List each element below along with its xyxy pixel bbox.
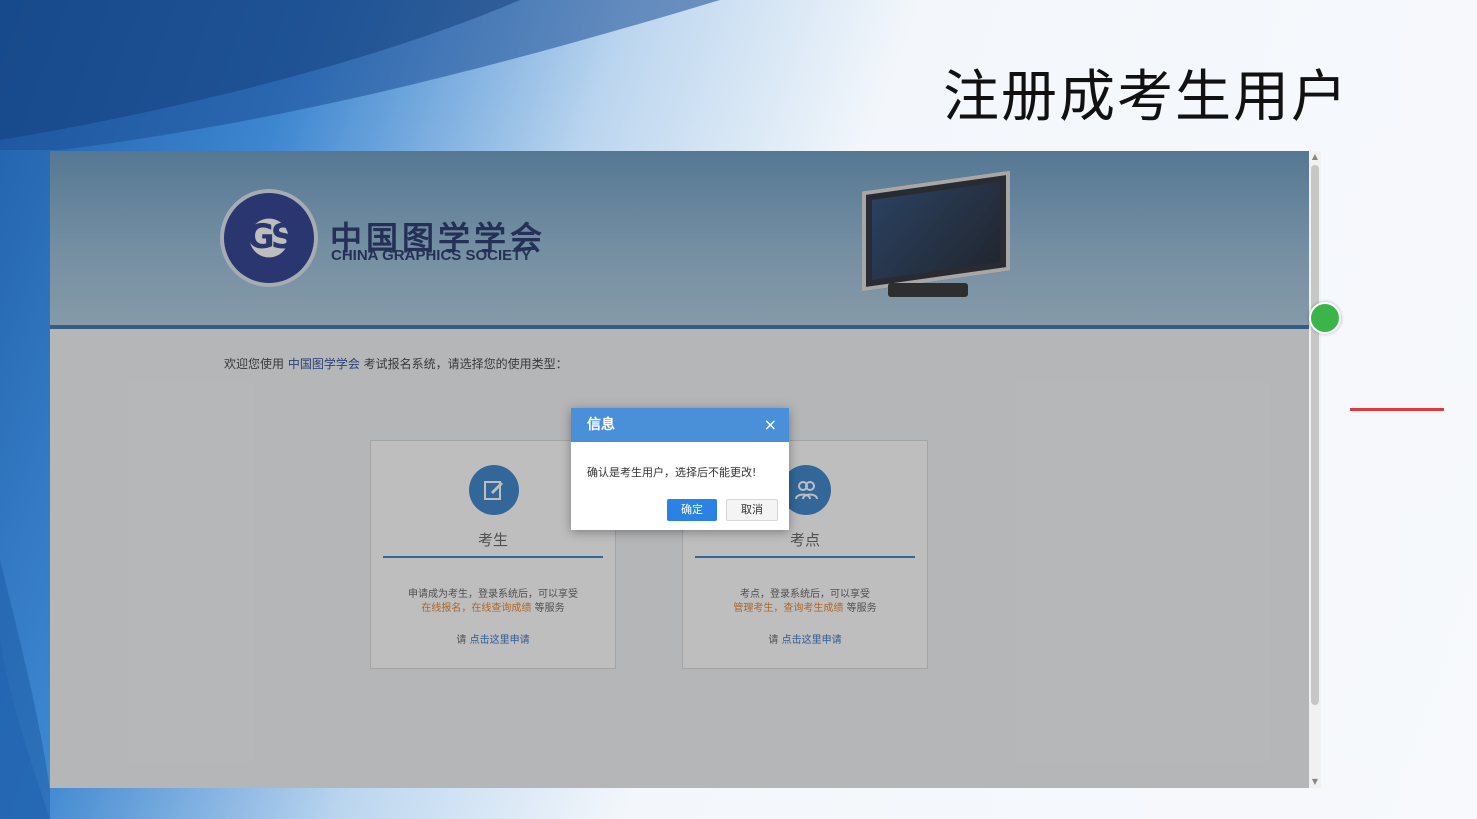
confirm-dialog: 信息 × 确认是考生用户，选择后不能更改! 确定 取消 — [571, 408, 789, 530]
browser-screenshot: GS 中国图学学会 CHINA GRAPHICS SOCIETY 欢迎您使用 中… — [50, 151, 1309, 788]
scroll-thumb[interactable] — [1311, 165, 1319, 705]
dialog-message: 确认是考生用户，选择后不能更改! — [587, 466, 757, 479]
cancel-button[interactable]: 取消 — [726, 499, 778, 521]
scroll-down-icon[interactable]: ▼ — [1309, 776, 1321, 788]
confirm-button[interactable]: 确定 — [667, 499, 717, 521]
dialog-header: 信息 × — [571, 408, 789, 442]
close-icon[interactable]: × — [764, 408, 777, 442]
red-marker-line — [1350, 408, 1444, 411]
scroll-up-icon[interactable]: ▲ — [1309, 151, 1321, 163]
scrollbar[interactable]: ▲ ▼ — [1309, 151, 1321, 788]
floating-widget-icon[interactable] — [1309, 302, 1341, 334]
slide-title: 注册成考生用户 — [943, 65, 1349, 130]
dialog-title: 信息 — [587, 417, 615, 433]
